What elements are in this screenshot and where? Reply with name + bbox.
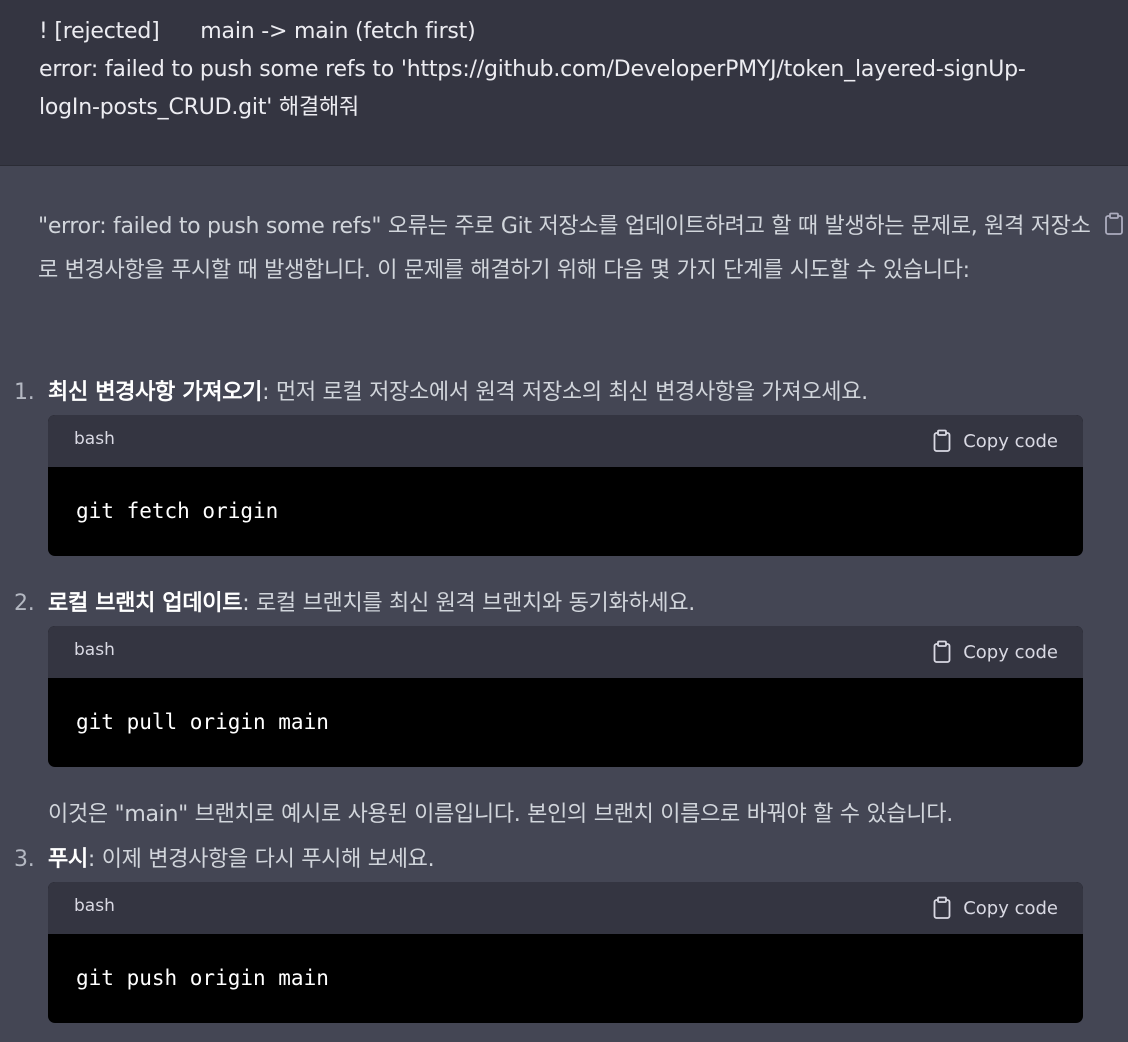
step-number: 3. [14,847,35,872]
copy-code-button[interactable]: Copy code [933,638,1058,666]
code-content: git pull origin main [76,710,329,734]
step-text: 로컬 브랜치 업데이트: 로컬 브랜치를 최신 원격 브랜치와 동기화하세요. [48,589,695,619]
step-title: 푸시 [48,847,88,872]
user-message: ! [rejected] main -> main (fetch first) … [0,0,1128,166]
note-text: 이것은 "main" 브랜치로 예시로 사용된 이름입니다. 본인의 브랜치 이… [48,802,953,827]
step-description: : 먼저 로컬 저장소에서 원격 저장소의 최신 변경사항을 가져오세요. [262,380,868,405]
user-message-text: ! [rejected] main -> main (fetch first) … [39,19,1026,120]
step-description: : 이제 변경사항을 다시 푸시해 보세요. [87,847,435,872]
clipboard-icon [933,640,951,663]
code-content: git push origin main [76,966,329,990]
code-language-label: bash [74,640,115,660]
code-block: bash Copy code git fetch origin [48,415,1083,556]
step-description: : 로컬 브랜치를 최신 원격 브랜치와 동기화하세요. [242,591,695,616]
step-number: 1. [14,380,35,405]
step-title: 로컬 브랜치 업데이트 [48,591,243,616]
code-language-label: bash [74,429,115,449]
copy-code-label: Copy code [963,641,1058,663]
code-block-header: bash Copy code [48,415,1083,467]
code-block-header: bash Copy code [48,882,1083,934]
copy-code-button[interactable]: Copy code [933,894,1058,922]
clipboard-icon [933,429,951,452]
clipboard-icon [933,896,951,919]
code-language-label: bash [74,896,115,916]
step-text: 최신 변경사항 가져오기: 먼저 로컬 저장소에서 원격 저장소의 최신 변경사… [48,378,868,408]
code-block-header: bash Copy code [48,626,1083,678]
code-block: bash Copy code git push origin main [48,882,1083,1023]
copy-code-label: Copy code [963,430,1058,452]
step-text: 푸시: 이제 변경사항을 다시 푸시해 보세요. [48,845,435,875]
step-title: 최신 변경사항 가져오기 [48,380,263,405]
code-block: bash Copy code git pull origin main [48,626,1083,767]
code-content: git fetch origin [76,499,279,523]
clipboard-icon[interactable] [1104,212,1124,236]
step-number: 2. [14,591,35,616]
copy-code-button[interactable]: Copy code [933,427,1058,455]
assistant-intro-text: "error: failed to push some refs" 오류는 주로… [38,214,1091,283]
copy-code-label: Copy code [963,897,1058,919]
